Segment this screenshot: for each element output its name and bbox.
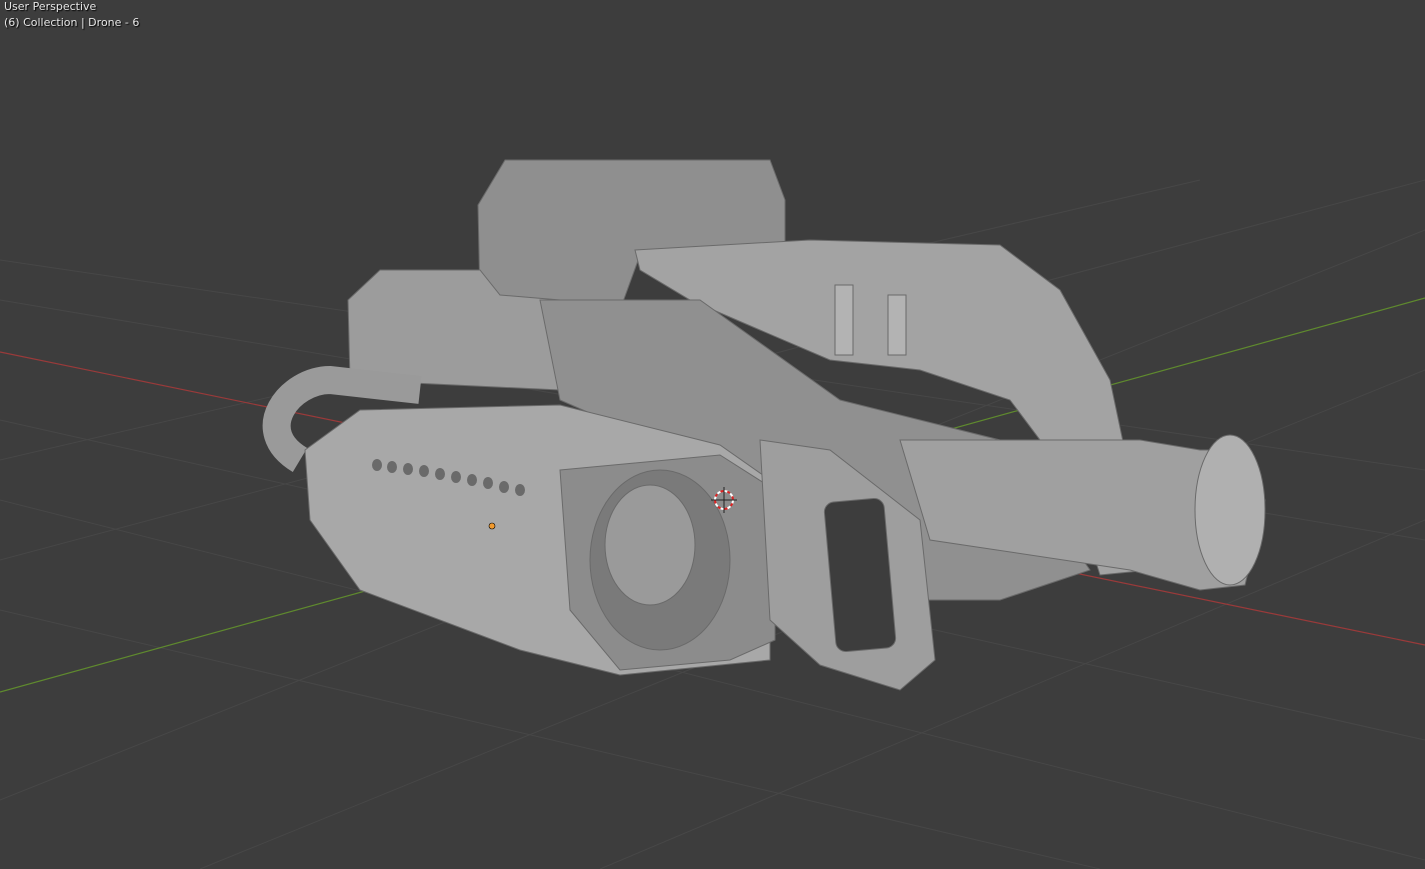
object-info-label: (6) Collection | Drone - 6 bbox=[4, 16, 140, 29]
3d-viewport[interactable]: User Perspective (6) Collection | Drone … bbox=[0, 0, 1425, 869]
object-origin bbox=[488, 522, 496, 530]
drone-model[interactable] bbox=[262, 159, 1266, 691]
view-name-label: User Perspective bbox=[4, 0, 97, 13]
scene-canvas[interactable] bbox=[0, 0, 1425, 869]
